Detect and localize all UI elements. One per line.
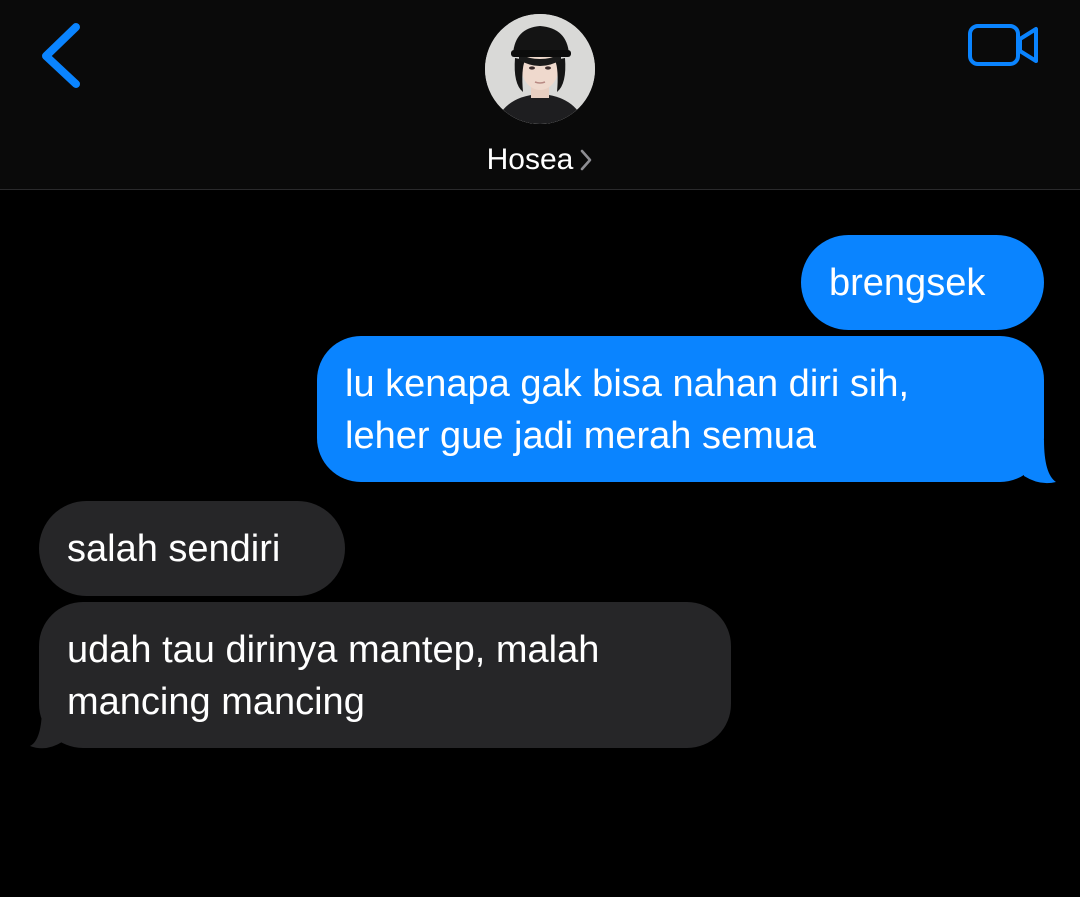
bubble-tail [30, 706, 66, 749]
video-call-button[interactable] [966, 20, 1042, 70]
message-text-line: mancing mancing [67, 681, 365, 723]
conversation-header: Hosea [0, 0, 1080, 190]
message-bubble-sent[interactable]: lu kenapa gak bisa nahan diri sih, leher… [317, 336, 1044, 482]
video-camera-icon [968, 24, 1038, 66]
contact-info-button[interactable]: Hosea [440, 12, 640, 182]
message-text-line: udah tau dirinya mantep, malah [67, 629, 600, 671]
message-bubble-received[interactable]: salah sendiri [39, 501, 345, 596]
message-text-line: leher gue jadi merah semua [345, 415, 817, 457]
bubble-tail [1020, 440, 1056, 484]
chevron-right-icon [581, 149, 592, 171]
contact-name: Hosea [486, 143, 574, 176]
avatar [485, 14, 595, 124]
back-button[interactable] [34, 20, 94, 90]
message-text: brengsek [829, 262, 986, 304]
chevron-left-icon [42, 23, 80, 88]
message-bubble-sent[interactable]: brengsek [801, 235, 1044, 330]
message-text: salah sendiri [67, 528, 281, 570]
message-bubble-received[interactable]: udah tau dirinya mantep, malah mancing m… [39, 602, 731, 748]
message-text-line: lu kenapa gak bisa nahan diri sih, [345, 363, 910, 405]
